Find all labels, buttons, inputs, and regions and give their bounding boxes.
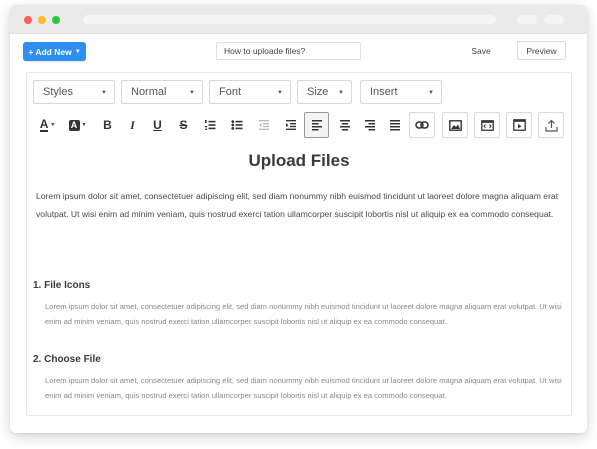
image-icon xyxy=(448,119,462,131)
address-bar-placeholder xyxy=(83,15,496,24)
save-button[interactable]: Save xyxy=(465,42,497,60)
styles-dropdown-label: Styles xyxy=(43,86,73,98)
intro-paragraph: Lorem ipsum dolor sit amet, consectetuer… xyxy=(36,191,559,219)
document-heading: Upload Files xyxy=(248,151,350,170)
insert-video-button[interactable] xyxy=(506,112,532,138)
section-heading: 2. Choose File xyxy=(33,354,101,365)
chevron-down-icon: ▼ xyxy=(74,48,81,55)
align-right-icon xyxy=(364,120,375,131)
link-icon xyxy=(415,121,429,129)
add-new-label: + Add New xyxy=(28,46,72,57)
maximize-window-icon[interactable] xyxy=(52,16,60,24)
align-left-button[interactable] xyxy=(304,112,329,138)
highlight-color-label: A xyxy=(68,119,80,131)
section-paragraph: Lorem ipsum dolor sit amet, consectetuer… xyxy=(45,302,562,326)
text-color-button[interactable]: A ▼ xyxy=(35,112,60,138)
numbered-list-button[interactable] xyxy=(197,112,222,138)
indent-button[interactable] xyxy=(278,112,303,138)
italic-button[interactable]: I xyxy=(120,112,145,138)
paragraph-format-dropdown[interactable]: Normal ▼ xyxy=(121,80,203,104)
outdent-icon xyxy=(258,120,269,130)
chevron-down-icon: ▼ xyxy=(81,122,87,128)
highlight-color-button[interactable]: A ▼ xyxy=(65,112,90,138)
font-dropdown[interactable]: Font ▼ xyxy=(209,80,291,104)
editor-header: + Add New ▼ Save Preview xyxy=(10,34,587,70)
chevron-down-icon: ▼ xyxy=(428,90,434,96)
chevron-down-icon: ▼ xyxy=(101,90,107,96)
paragraph-format-label: Normal xyxy=(131,86,167,98)
size-dropdown[interactable]: Size ▼ xyxy=(297,80,352,104)
bullet-list-button[interactable] xyxy=(224,112,249,138)
code-icon xyxy=(480,119,494,131)
bullet-list-icon xyxy=(230,120,242,130)
upload-file-button[interactable] xyxy=(538,112,564,138)
chevron-down-icon: ▼ xyxy=(277,90,283,96)
minimize-window-icon[interactable] xyxy=(38,16,46,24)
underline-button[interactable]: U xyxy=(145,112,170,138)
strikethrough-button[interactable]: S xyxy=(171,112,196,138)
document-title-input[interactable] xyxy=(216,42,361,60)
align-left-icon xyxy=(311,120,322,131)
rich-text-editor: Styles ▼ Normal ▼ Font ▼ Size ▼ Insert ▼ xyxy=(26,72,572,416)
styles-dropdown[interactable]: Styles ▼ xyxy=(33,80,115,104)
outdent-button[interactable] xyxy=(251,112,276,138)
chevron-down-icon: ▼ xyxy=(50,122,56,128)
titlebar-control-placeholder xyxy=(517,15,537,24)
close-window-icon[interactable] xyxy=(24,16,32,24)
titlebar-control-placeholder xyxy=(544,15,564,24)
insert-dropdown-label: Insert xyxy=(370,86,398,98)
format-dropdown-row: Styles ▼ Normal ▼ Font ▼ Size ▼ Insert ▼ xyxy=(33,80,569,104)
chevron-down-icon: ▼ xyxy=(338,90,344,96)
upload-icon xyxy=(544,119,558,132)
text-color-label: A xyxy=(39,116,49,132)
app-window: + Add New ▼ Save Preview Styles ▼ Normal… xyxy=(10,5,587,433)
align-center-icon xyxy=(339,120,350,131)
justify-button[interactable] xyxy=(382,112,407,138)
video-icon xyxy=(512,119,526,131)
window-titlebar xyxy=(10,5,587,34)
align-center-button[interactable] xyxy=(332,112,357,138)
section-heading: 1. File Icons xyxy=(33,280,91,291)
section-paragraph: Lorem ipsum dolor sit amet, consectetuer… xyxy=(45,376,562,400)
bold-button[interactable]: B xyxy=(95,112,120,138)
format-button-row: A ▼ A ▼ B I U S xyxy=(33,112,569,138)
indent-icon xyxy=(285,120,296,130)
preview-button[interactable]: Preview xyxy=(517,41,566,60)
numbered-list-icon xyxy=(204,120,215,130)
size-dropdown-label: Size xyxy=(307,86,329,98)
chevron-down-icon: ▼ xyxy=(189,90,195,96)
add-new-button[interactable]: + Add New ▼ xyxy=(23,42,86,61)
justify-icon xyxy=(389,120,400,131)
font-dropdown-label: Font xyxy=(219,86,242,98)
insert-image-button[interactable] xyxy=(442,112,468,138)
insert-link-button[interactable] xyxy=(409,112,435,138)
insert-code-button[interactable] xyxy=(474,112,500,138)
align-right-button[interactable] xyxy=(357,112,382,138)
insert-dropdown[interactable]: Insert ▼ xyxy=(360,80,442,104)
